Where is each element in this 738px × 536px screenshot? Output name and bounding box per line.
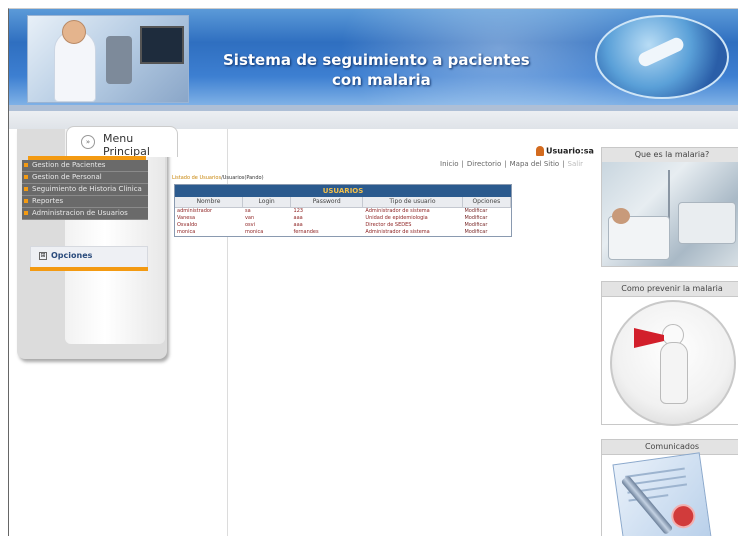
column-header: Password [291,197,364,207]
hospital-patient-photo[interactable] [602,162,738,266]
menu-item-gestion-pacientes[interactable]: Gestion de Pacientes [22,160,148,172]
users-table-header: Nombre Login Password Tipo de usuario Op… [175,197,511,208]
users-table: USUARIOS Nombre Login Password Tipo de u… [174,184,512,237]
menu-item-gestion-personal[interactable]: Gestion de Personal [22,172,148,184]
opciones-label: Opciones [51,251,93,260]
hospital-bed-background [678,202,736,244]
menu-title: Menu Principal [103,132,150,158]
table-row: Osvaldo osvi aaa Director de SEDES Modif… [175,222,511,229]
chevron-right-icon[interactable]: » [81,135,95,149]
link-separator: | [562,160,565,168]
column-header: Tipo de usuario [363,197,463,207]
menu-item-label: Seguimiento de Historia Clinica [32,185,142,193]
cell-login: osvi [244,222,255,228]
panel-que-es-malaria[interactable]: Que es la malaria? [601,147,738,267]
current-user: Usuario:sa [536,146,594,156]
menu-item-administracion-usuarios[interactable]: Administracion de Usuarios [22,208,148,220]
panel-title[interactable]: Como prevenir la malaria [602,282,738,297]
menu-item-label: Reportes [32,197,64,205]
expand-icon[interactable]: ⊞ [39,252,47,260]
top-nav-links: Inicio | Directorio | Mapa del Sitio | Salir [440,160,583,168]
cell-password: aaa [293,215,303,221]
menu-item-label: Administracion de Usuarios [32,209,128,217]
cell-login: monica [244,229,264,235]
link-inicio[interactable]: Inicio [440,160,459,168]
link-separator: | [504,160,507,168]
users-table-title: USUARIOS [175,185,511,197]
column-header: Login [243,197,292,207]
cell-tipo: Administrador de sistema [365,208,430,214]
cell-password: fernandes [293,229,319,235]
page-frame: Sistema de seguimiento a pacientes con m… [8,8,738,536]
link-separator: | [461,160,464,168]
panel-como-prevenir[interactable]: Como prevenir la malaria [601,281,738,426]
user-icon [536,146,544,156]
panel-comunicados[interactable]: Comunicados [601,439,738,536]
menu-principal-tab: » Menu Principal [66,126,178,158]
breadcrumb-link[interactable]: Listado de Usuarios [172,175,221,181]
breadcrumb-current: /Usuarios(Pando) [221,175,264,181]
pill-icon [636,35,686,69]
bullet-icon [24,187,28,191]
panel-title[interactable]: Comunicados [602,440,738,455]
cell-tipo: Administrador de sistema [365,229,430,235]
table-row: Vanesa van aaa Unidad de epidemiologia M… [175,215,511,222]
bullet-icon [24,199,28,203]
menu-item-label: Gestion de Personal [32,173,102,181]
cell-login: van [244,215,255,221]
patient-head [612,208,630,224]
cell-login: sa [244,208,251,214]
cell-password: 123 [293,208,304,214]
breadcrumb: Listado de Usuarios/Usuarios(Pando) [172,175,264,181]
cell-nombre: Osvaldo [177,222,198,228]
cell-nombre: Vanesa [177,215,196,221]
modificar-link[interactable]: Modificar [462,215,511,222]
pill-globe-image [595,15,729,99]
opciones-section[interactable]: ⊞ Opciones [30,246,148,268]
megaphone-figure-image[interactable] [610,300,736,426]
modificar-link[interactable]: Modificar [462,222,511,229]
link-directorio[interactable]: Directorio [467,160,501,168]
figure-body [660,342,688,404]
table-row: administrador sa 123 Administrador de si… [175,208,511,215]
seal-icon [669,502,697,530]
menu-item-label: Gestion de Pacientes [32,161,106,169]
cell-password: aaa [293,222,303,228]
cell-nombre: monica [177,229,196,235]
column-header: Opciones [463,197,511,207]
site-header: Sistema de seguimiento a pacientes con m… [9,9,738,105]
cell-nombre: administrador [177,208,213,214]
modificar-link[interactable]: Modificar [462,208,511,215]
header-lab-photo [27,15,189,103]
link-salir[interactable]: Salir [568,160,584,168]
modificar-link[interactable]: Modificar [462,229,511,236]
bullet-icon [24,163,28,167]
table-row: monica monica fernandes Administrador de… [175,229,511,236]
opciones-accent-bar [30,267,148,271]
user-label: Usuario:sa [546,146,594,156]
link-mapa-sitio[interactable]: Mapa del Sitio [510,160,560,168]
panel-title[interactable]: Que es la malaria? [602,148,738,163]
microscope-icon [106,36,132,84]
site-title-line1: Sistema de seguimiento a pacientes [223,51,530,69]
monitor-icon [140,26,184,64]
megaphone-icon [634,328,664,348]
site-title-line2: con malaria [332,71,431,89]
main-menu: Gestion de Pacientes Gestion de Personal… [22,160,148,220]
bullet-icon [24,211,28,215]
menu-item-reportes[interactable]: Reportes [22,196,148,208]
menu-item-seguimiento-historia[interactable]: Seguimiento de Historia Clinica [22,184,148,196]
column-header: Nombre [175,197,243,207]
cell-tipo: Director de SEDES [365,222,412,228]
lab-technician-head [62,20,86,44]
bullet-icon [24,175,28,179]
cell-tipo: Unidad de epidemiologia [365,215,428,221]
